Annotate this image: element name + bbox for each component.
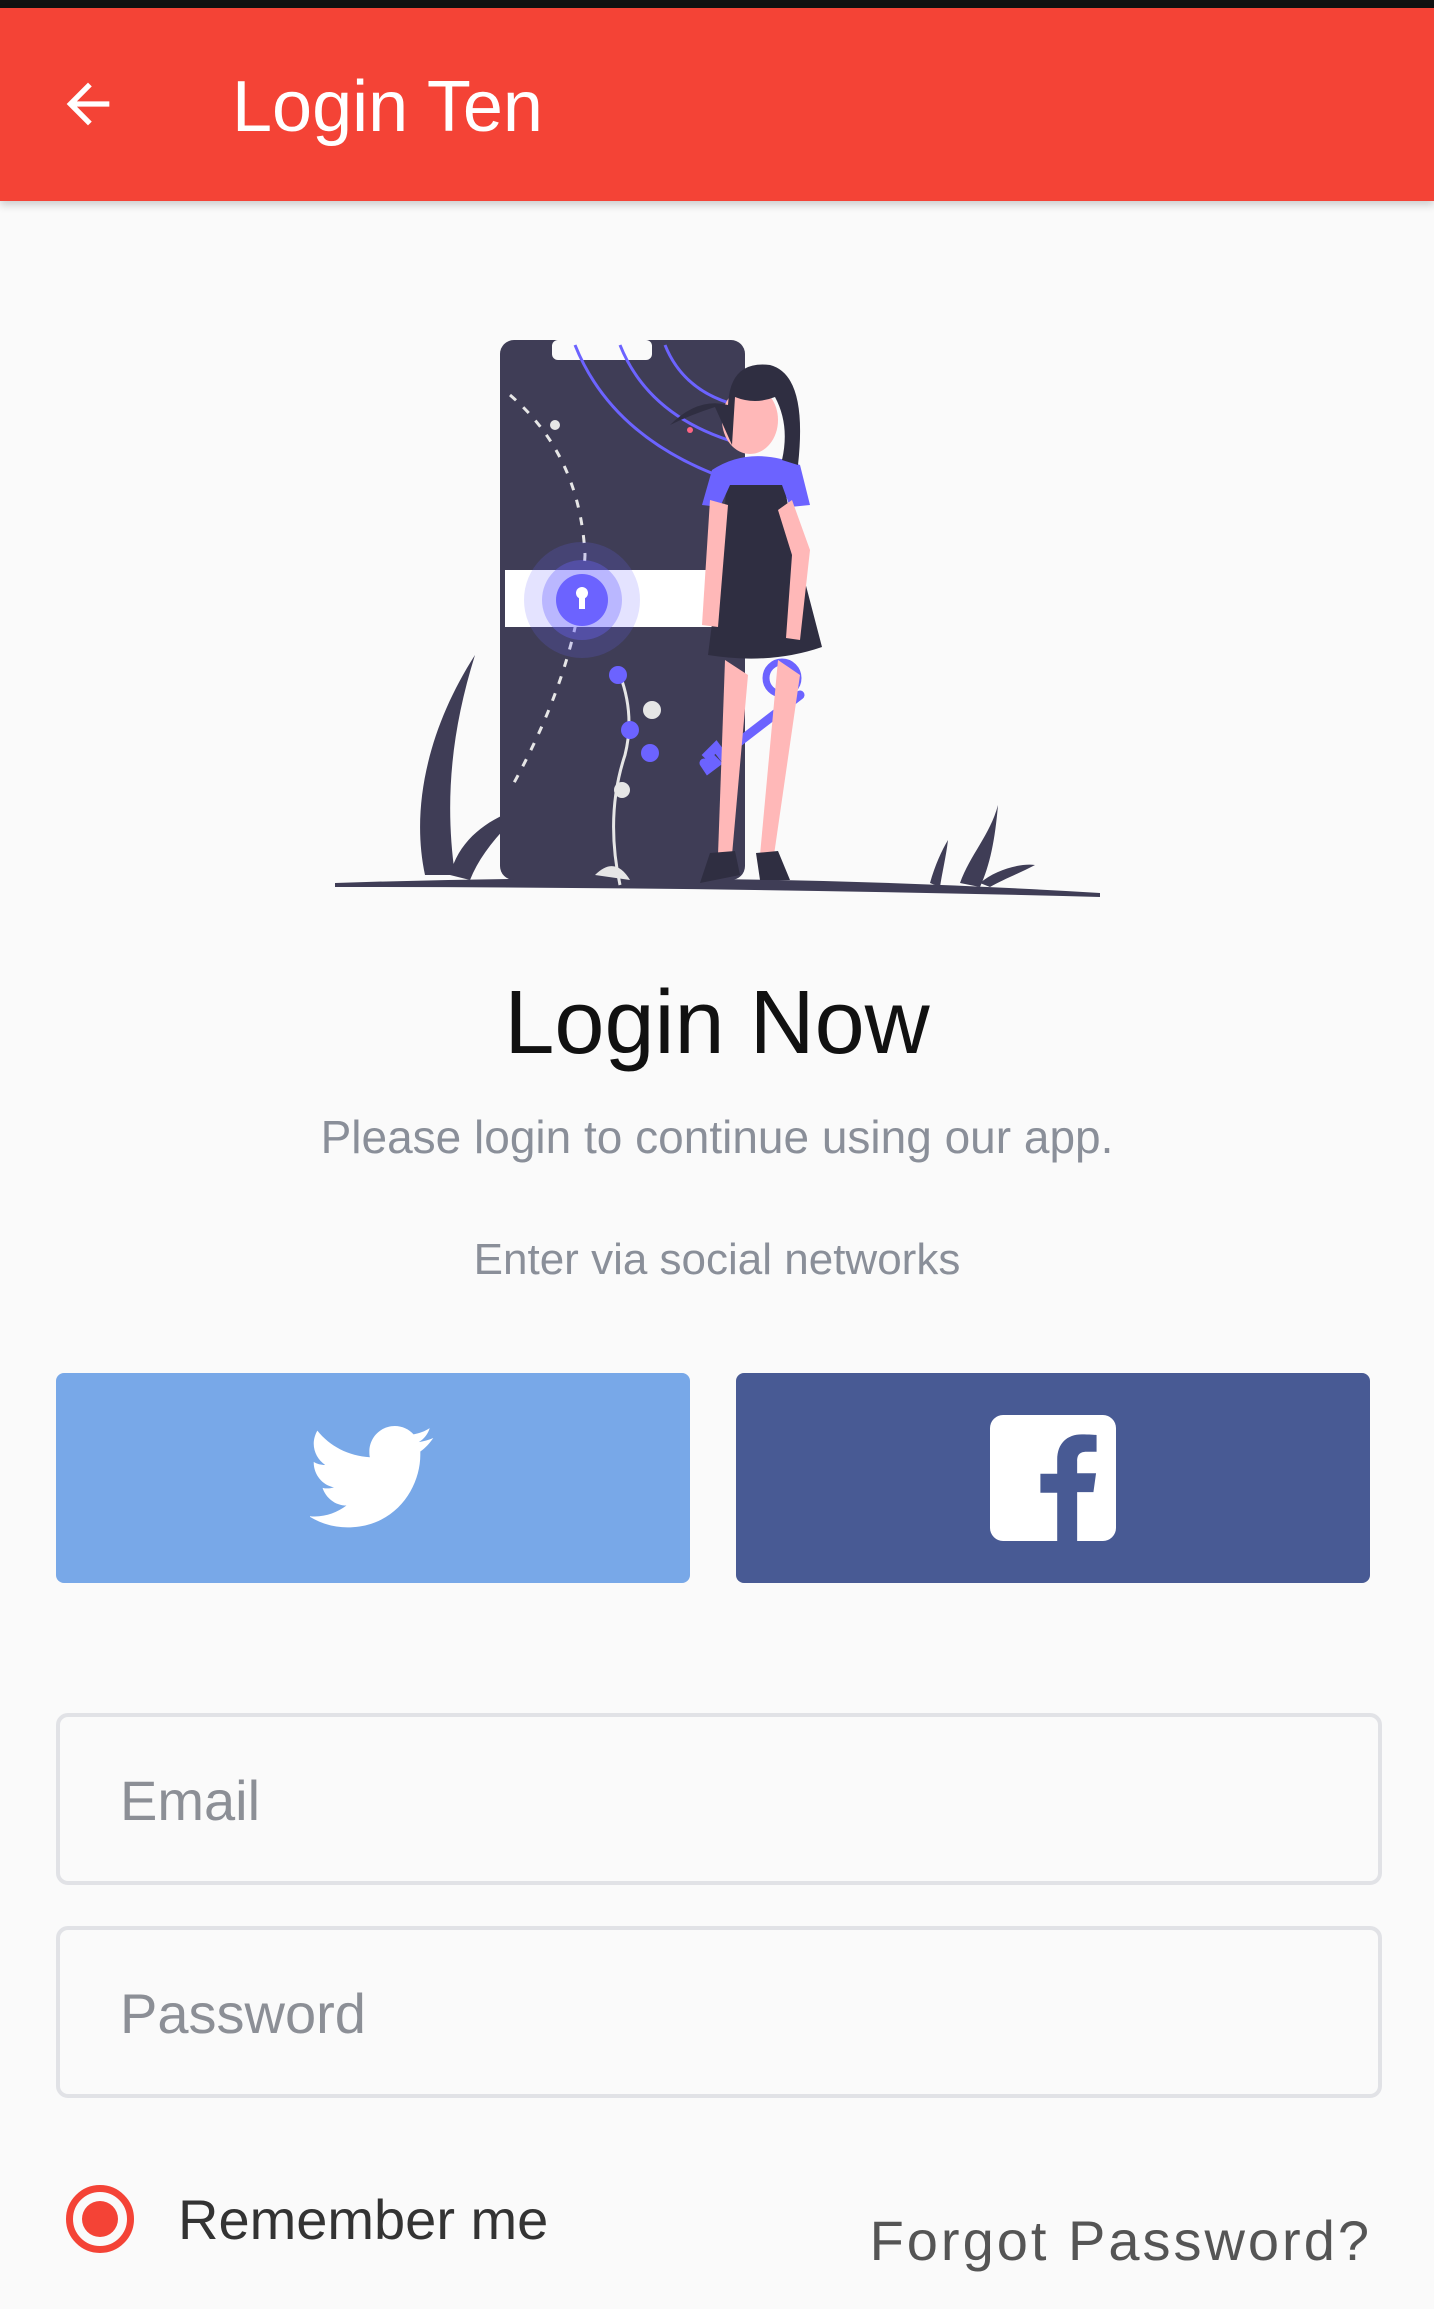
email-input[interactable]: [118, 1717, 1322, 1883]
page-title: Login Ten: [232, 67, 543, 147]
app-bar: Login Ten: [0, 8, 1434, 201]
remember-me-label: Remember me: [178, 2187, 549, 2251]
back-button[interactable]: [44, 60, 132, 148]
social-caption: Enter via social networks: [473, 1235, 961, 1284]
radio-selected-dot: [82, 2201, 118, 2237]
email-field[interactable]: [56, 1713, 1382, 1885]
facebook-login-button[interactable]: [736, 1373, 1370, 1583]
remember-me-option[interactable]: Remember me: [66, 2185, 548, 2253]
facebook-icon: [990, 1415, 1116, 1541]
status-bar: [0, 0, 1434, 8]
login-subheading: Please login to continue using our app.: [320, 1111, 1114, 1163]
login-illustration: [330, 335, 1110, 910]
twitter-icon: [310, 1426, 434, 1528]
remember-me-radio[interactable]: [66, 2185, 134, 2253]
arrow-left-icon: [66, 82, 110, 126]
password-input[interactable]: [118, 1930, 1322, 2096]
password-field[interactable]: [56, 1926, 1382, 2098]
forgot-password-link[interactable]: Forgot Password?: [870, 2208, 1372, 2273]
twitter-login-button[interactable]: [56, 1373, 690, 1583]
login-heading: Login Now: [504, 973, 930, 1073]
